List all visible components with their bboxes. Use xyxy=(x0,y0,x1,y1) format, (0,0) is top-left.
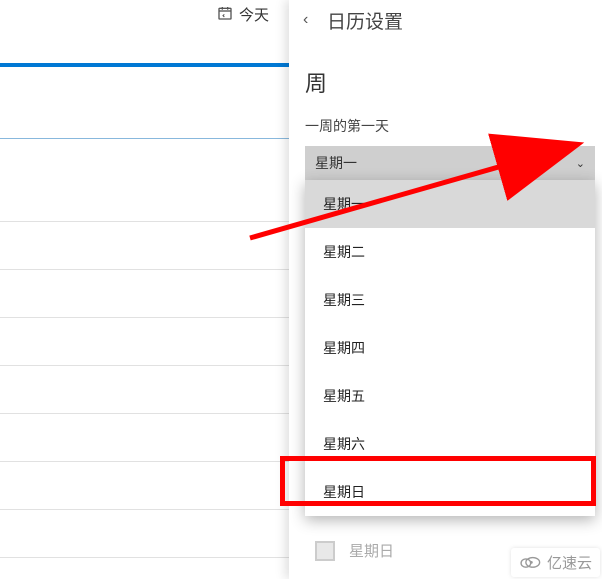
watermark: 亿速云 xyxy=(511,548,600,577)
back-chevron-icon[interactable]: ‹ xyxy=(303,11,317,29)
today-button[interactable]: 今天 xyxy=(217,4,269,25)
active-day-marker xyxy=(0,63,289,67)
row-divider xyxy=(0,317,289,318)
dropdown-list: 星期一星期二星期三星期四星期五星期六星期日 xyxy=(305,180,595,516)
row-divider xyxy=(0,138,289,139)
calendar-background: 今天 xyxy=(0,0,289,579)
dropdown-option[interactable]: 星期三 xyxy=(305,276,595,324)
dropdown-option[interactable]: 星期二 xyxy=(305,228,595,276)
first-day-label: 一周的第一天 xyxy=(289,104,602,146)
dropdown-selected-value: 星期一 xyxy=(315,153,357,173)
first-day-dropdown[interactable]: 星期一 ⌄ 星期一星期二星期三星期四星期五星期六星期日 xyxy=(289,146,602,516)
dropdown-option[interactable]: 星期六 xyxy=(305,420,595,468)
dropdown-option[interactable]: 星期一 xyxy=(305,180,595,228)
chevron-down-icon: ⌄ xyxy=(576,157,585,170)
watermark-text: 亿速云 xyxy=(547,552,592,573)
dropdown-option[interactable]: 星期四 xyxy=(305,324,595,372)
row-divider xyxy=(0,221,289,222)
row-divider xyxy=(0,413,289,414)
checkbox-icon xyxy=(315,541,335,561)
row-divider xyxy=(0,269,289,270)
settings-panel: ‹ 日历设置 周 一周的第一天 星期一 ⌄ 星期一星期二星期三星期四星期五星期六… xyxy=(289,0,602,579)
row-divider xyxy=(0,557,289,558)
dropdown-option[interactable]: 星期五 xyxy=(305,372,595,420)
settings-title: 日历设置 xyxy=(327,7,403,34)
checkbox-label: 星期日 xyxy=(349,540,394,561)
week-section-title: 周 xyxy=(289,40,602,104)
row-divider xyxy=(0,461,289,462)
calendar-today-icon xyxy=(217,5,233,25)
today-label: 今天 xyxy=(239,4,269,25)
dropdown-selected[interactable]: 星期一 ⌄ xyxy=(305,146,595,180)
row-divider xyxy=(0,509,289,510)
cloud-icon xyxy=(519,553,541,573)
dropdown-option[interactable]: 星期日 xyxy=(305,468,595,516)
row-divider xyxy=(0,365,289,366)
settings-header: ‹ 日历设置 xyxy=(289,0,602,40)
